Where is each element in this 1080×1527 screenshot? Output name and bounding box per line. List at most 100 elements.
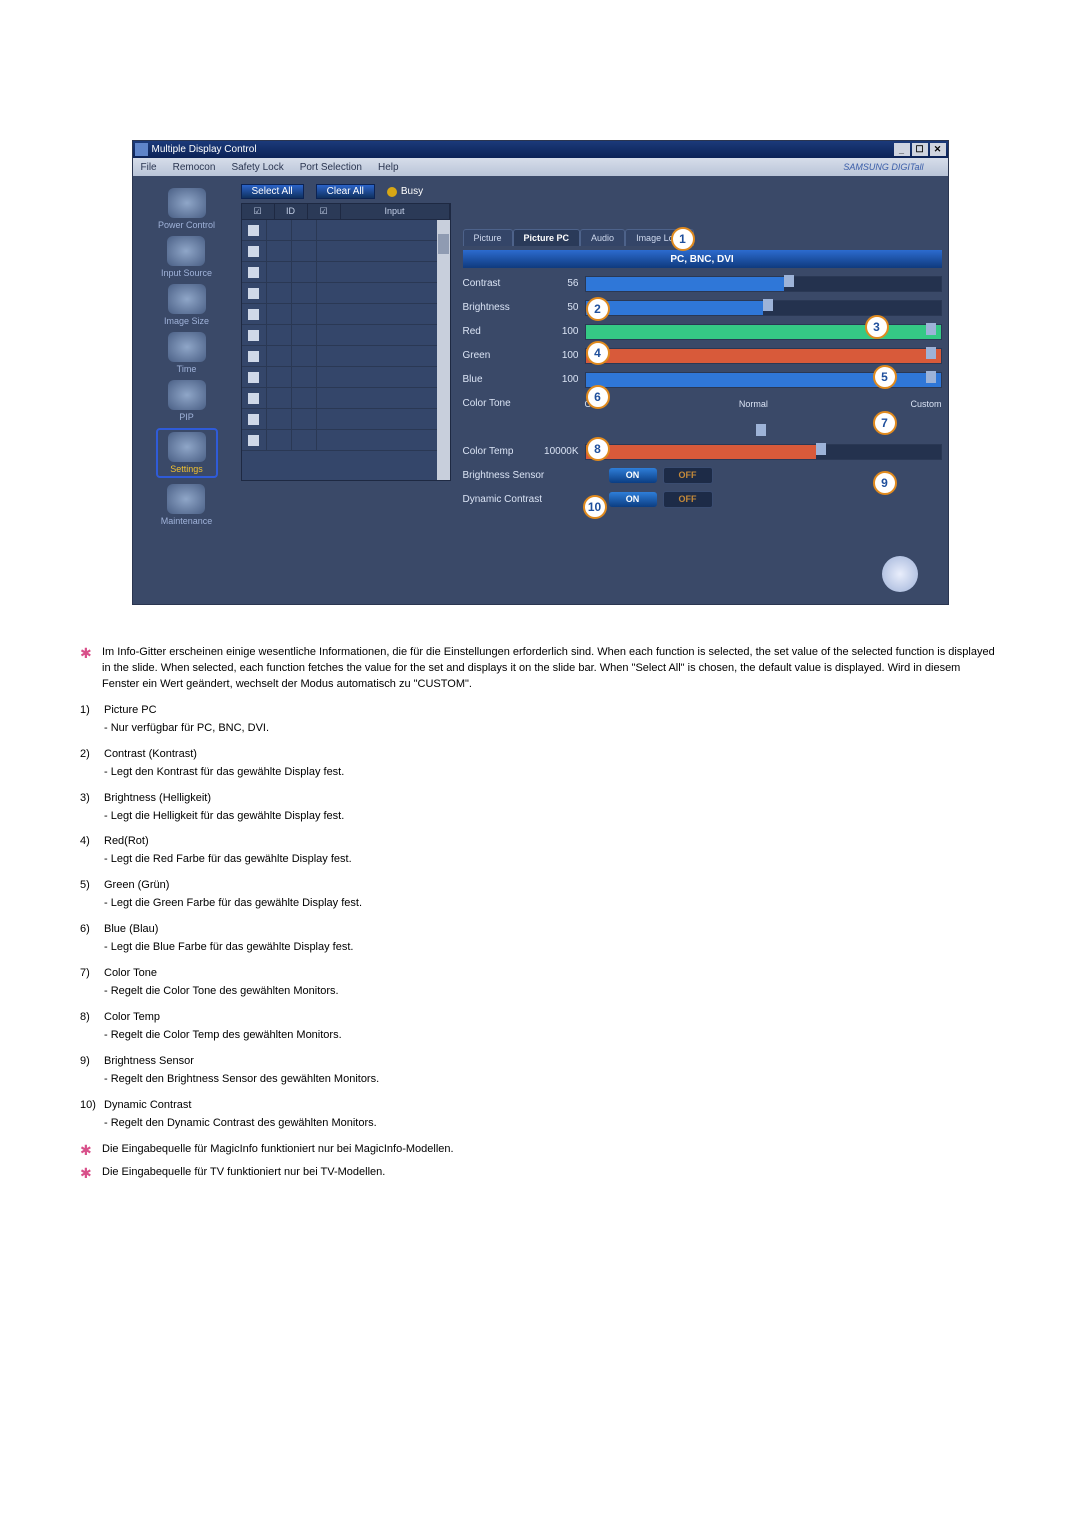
mode-header: PC, BNC, DVI — [463, 250, 942, 268]
item-number: 9) — [80, 1054, 104, 1088]
grid-row[interactable] — [242, 388, 450, 409]
row-checkbox[interactable] — [248, 225, 259, 236]
item-title: Picture PC — [104, 704, 157, 716]
grid-row[interactable] — [242, 262, 450, 283]
grid-row[interactable] — [242, 220, 450, 241]
menu-help[interactable]: Help — [378, 162, 399, 173]
row-checkbox[interactable] — [248, 330, 259, 341]
power-icon — [168, 188, 206, 218]
list-item: 6)Blue (Blau)- Legt die Blue Farbe für d… — [80, 922, 1000, 956]
row-checkbox[interactable] — [248, 288, 259, 299]
list-item: 10)Dynamic Contrast- Regelt den Dynamic … — [80, 1098, 1000, 1132]
color-tone-marker[interactable] — [463, 418, 942, 437]
select-all-button[interactable]: Select All — [241, 184, 304, 199]
row-checkbox[interactable] — [248, 414, 259, 425]
grid-row[interactable] — [242, 241, 450, 262]
window-title: Multiple Display Control — [152, 144, 892, 155]
slider-color-temp[interactable]: Color Temp10000K — [463, 442, 942, 461]
sidebar-item-image-size[interactable]: Image Size — [164, 284, 209, 326]
list-item: 5)Green (Grün)- Legt die Green Farbe für… — [80, 878, 1000, 912]
brightness-sensor-on[interactable]: ON — [609, 468, 657, 483]
grid-row[interactable] — [242, 367, 450, 388]
callout-9: 9 — [873, 471, 897, 495]
menu-safety-lock[interactable]: Safety Lock — [231, 162, 283, 173]
dynamic-contrast-off[interactable]: OFF — [663, 491, 713, 508]
numbered-list: 1)Picture PC- Nur verfügbar für PC, BNC,… — [80, 703, 1000, 1132]
grid-row[interactable] — [242, 430, 450, 451]
tab-picture[interactable]: Picture — [463, 229, 513, 246]
grid-scrollbar[interactable] — [437, 220, 450, 480]
display-grid: ☑ ID ☑ Input — [241, 203, 451, 509]
item-number: 4) — [80, 834, 104, 868]
menu-remocon[interactable]: Remocon — [173, 162, 216, 173]
row-checkbox[interactable] — [248, 435, 259, 446]
callout-7: 7 — [873, 411, 897, 435]
row-checkbox[interactable] — [248, 351, 259, 362]
row-checkbox[interactable] — [248, 267, 259, 278]
grid-body — [241, 220, 451, 481]
row-checkbox[interactable] — [248, 309, 259, 320]
footnote-1: Die Eingabequelle für MagicInfo funktion… — [102, 1142, 454, 1159]
item-number: 10) — [80, 1098, 104, 1132]
picture-panel: Picture Picture PC Audio Image Lock PC, … — [463, 203, 942, 509]
slider-contrast[interactable]: Contrast56 — [463, 274, 942, 293]
sidebar-item-pip[interactable]: PIP — [168, 380, 206, 422]
dynamic-contrast-on[interactable]: ON — [609, 492, 657, 507]
input-icon — [167, 236, 205, 266]
app-window: Multiple Display Control _ ☐ ✕ File Remo… — [132, 140, 949, 605]
item-number: 8) — [80, 1010, 104, 1044]
sidebar-item-input-source[interactable]: Input Source — [161, 236, 212, 278]
row-checkbox[interactable] — [248, 372, 259, 383]
callout-4: 4 — [586, 341, 610, 365]
intro-text: Im Info-Gitter erscheinen einige wesentl… — [102, 645, 1000, 693]
grid-row[interactable] — [242, 346, 450, 367]
sidebar-item-time[interactable]: Time — [168, 332, 206, 374]
grid-row[interactable] — [242, 325, 450, 346]
slider-green[interactable]: Green100 — [463, 346, 942, 365]
row-checkbox[interactable] — [248, 393, 259, 404]
item-desc: - Nur verfügbar für PC, BNC, DVI. — [104, 721, 1000, 737]
list-item: 9)Brightness Sensor- Regelt den Brightne… — [80, 1054, 1000, 1088]
item-title: Color Temp — [104, 1011, 160, 1023]
sidebar-item-maintenance[interactable]: Maintenance — [161, 484, 213, 526]
menu-port-selection[interactable]: Port Selection — [300, 162, 362, 173]
row-checkbox[interactable] — [248, 246, 259, 257]
item-desc: - Regelt den Brightness Sensor des gewäh… — [104, 1072, 1000, 1088]
brand-label: SAMSUNG DIGITall — [843, 162, 923, 172]
star-icon: ✱ — [80, 645, 94, 693]
info-icon — [882, 556, 918, 592]
minimize-button[interactable]: _ — [894, 143, 910, 156]
tab-picture-pc[interactable]: Picture PC — [513, 229, 581, 246]
item-desc: - Legt die Green Farbe für das gewählte … — [104, 896, 1000, 912]
callout-1: 1 — [671, 227, 695, 251]
grid-row[interactable] — [242, 304, 450, 325]
list-item: 8)Color Temp- Regelt die Color Temp des … — [80, 1010, 1000, 1044]
slider-color-tone[interactable]: Color ToneOffNormalCustom — [463, 394, 942, 413]
list-item: 2)Contrast (Kontrast)- Legt den Kontrast… — [80, 747, 1000, 781]
toggle-dynamic-contrast: Dynamic Contrast ON OFF — [463, 489, 942, 509]
tab-audio[interactable]: Audio — [580, 229, 625, 246]
clear-all-button[interactable]: Clear All — [316, 184, 375, 199]
item-title: Contrast (Kontrast) — [104, 748, 197, 760]
item-number: 6) — [80, 922, 104, 956]
item-title: Green (Grün) — [104, 879, 169, 891]
grid-row[interactable] — [242, 283, 450, 304]
slider-blue[interactable]: Blue100 — [463, 370, 942, 389]
notes-section: ✱ Im Info-Gitter erscheinen einige wesen… — [80, 645, 1000, 1182]
list-item: 4)Red(Rot)- Legt die Red Farbe für das g… — [80, 834, 1000, 868]
menu-file[interactable]: File — [141, 162, 157, 173]
close-button[interactable]: ✕ — [930, 143, 946, 156]
item-number: 7) — [80, 966, 104, 1000]
maximize-button[interactable]: ☐ — [912, 143, 928, 156]
col-checkbox[interactable]: ☑ — [242, 204, 275, 219]
item-title: Color Tone — [104, 967, 157, 979]
sidebar-item-power-control[interactable]: Power Control — [158, 188, 215, 230]
grid-row[interactable] — [242, 409, 450, 430]
callout-6: 6 — [586, 385, 610, 409]
titlebar: Multiple Display Control _ ☐ ✕ — [133, 141, 948, 158]
brightness-sensor-off[interactable]: OFF — [663, 467, 713, 484]
slider-brightness[interactable]: Brightness50 — [463, 298, 942, 317]
star-icon: ✱ — [80, 1165, 94, 1182]
sidebar-item-settings[interactable]: Settings — [156, 428, 218, 478]
settings-icon — [168, 432, 206, 462]
